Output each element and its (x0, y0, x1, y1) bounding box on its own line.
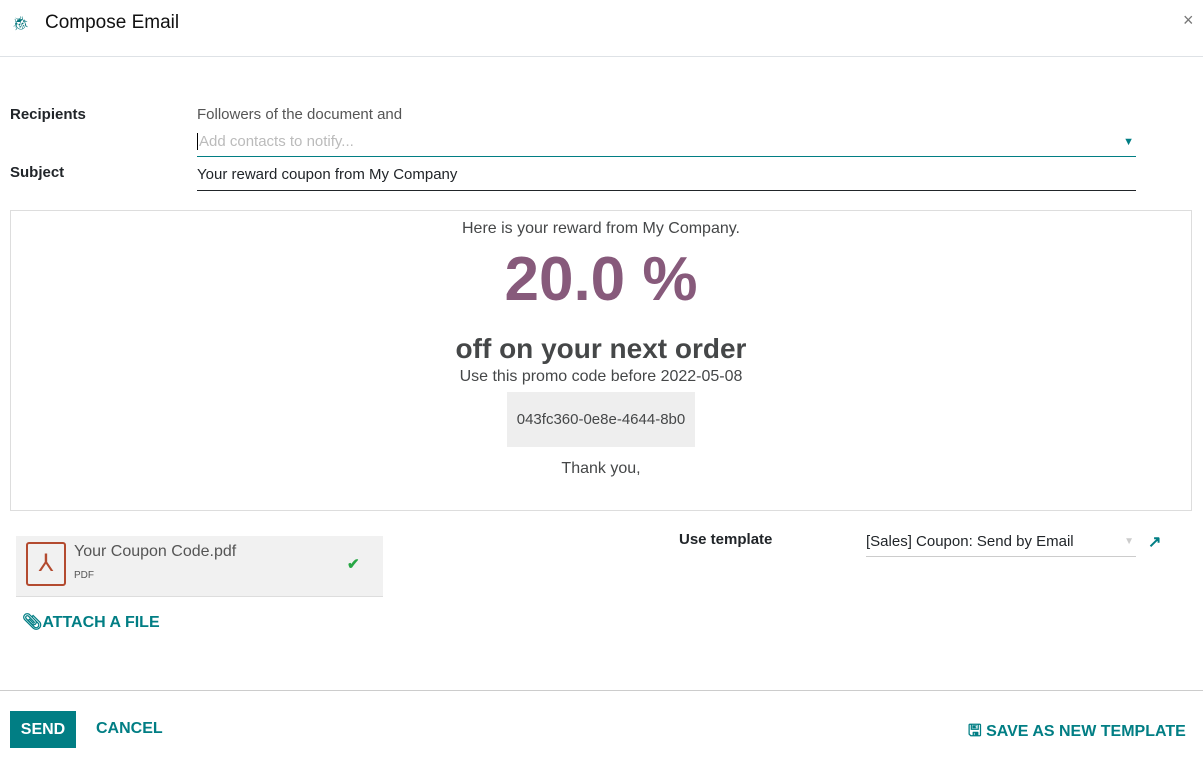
contacts-input[interactable]: Add contacts to notify... ▼ (197, 133, 1136, 157)
discount-value: 20.0 % (504, 245, 698, 314)
attachment-card[interactable]: ⅄ Your Coupon Code.pdf PDF ✔ (16, 536, 383, 597)
dialog-footer (0, 690, 1203, 691)
dialog-header: 🐞︎ Compose Email × (0, 0, 1203, 57)
paperclip-icon: 📎︎ (22, 614, 43, 631)
attachment-type: PDF (74, 570, 94, 581)
email-body-editor[interactable]: Here is your reward from My Company. 20.… (10, 210, 1192, 511)
cancel-button[interactable]: CANCEL (96, 720, 163, 738)
template-select[interactable]: [Sales] Coupon: Send by Email ▼ (866, 533, 1136, 557)
promo-code: 043fc360-0e8e-4644-8b0 (506, 392, 696, 447)
dropdown-caret-icon: ▼ (1124, 536, 1134, 547)
subject-value: Your reward coupon from My Company (197, 166, 458, 183)
subject-input[interactable]: Your reward coupon from My Company (197, 166, 1136, 191)
contacts-placeholder: Add contacts to notify... (197, 133, 354, 150)
save-icon: 🖫 (968, 723, 982, 740)
promo-text: Use this promo code before 2022-05-08 (459, 368, 743, 385)
attach-file-button[interactable]: 📎︎ATTACH A FILE (22, 612, 160, 632)
bug-icon[interactable]: 🐞︎ (12, 15, 30, 32)
send-button[interactable]: SEND (10, 711, 76, 748)
offer-text: off on your next order (455, 333, 747, 364)
thanks-text: Thank you, (561, 460, 641, 477)
attachment-name: Your Coupon Code.pdf (74, 543, 237, 560)
template-label: Use template (679, 531, 773, 548)
close-icon[interactable]: × (1183, 10, 1194, 31)
save-template-label: SAVE AS NEW TEMPLATE (986, 723, 1186, 740)
pdf-icon: ⅄ (26, 542, 66, 586)
subject-label: Subject (10, 164, 65, 181)
attach-label: ATTACH A FILE (42, 614, 160, 631)
external-link-icon[interactable]: ↗ (1148, 532, 1161, 552)
check-icon: ✔ (347, 556, 360, 573)
template-value: [Sales] Coupon: Send by Email (866, 533, 1074, 550)
intro-text: Here is your reward from My Company. (462, 220, 740, 237)
dropdown-caret-icon[interactable]: ▼ (1123, 136, 1134, 148)
save-as-template-button[interactable]: 🖫 SAVE AS NEW TEMPLATE (968, 720, 1186, 747)
followers-text: Followers of the document and (197, 106, 403, 123)
dialog-title: Compose Email (45, 12, 180, 33)
recipients-label: Recipients (10, 106, 86, 123)
